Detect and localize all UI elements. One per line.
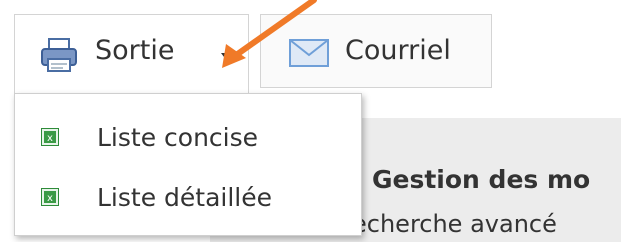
svg-text:x: x xyxy=(47,133,53,144)
excel-icon: x xyxy=(41,128,59,146)
svg-text:x: x xyxy=(47,193,53,204)
chevron-down-icon xyxy=(221,53,233,61)
printer-icon xyxy=(41,38,77,72)
output-menu-button[interactable]: Sortie xyxy=(14,14,249,94)
email-button[interactable]: Courriel xyxy=(260,14,492,88)
mail-icon xyxy=(289,39,329,67)
menu-item-concise-list[interactable]: x Liste concise xyxy=(15,109,361,165)
excel-icon: x xyxy=(41,188,59,206)
menu-item-label: Liste détaillée xyxy=(97,182,272,212)
page-subtitle: echerche avancé xyxy=(352,210,557,238)
email-button-label: Courriel xyxy=(345,35,451,66)
menu-item-detailed-list[interactable]: x Liste détaillée xyxy=(15,169,361,225)
output-button-label: Sortie xyxy=(95,35,175,66)
output-dropdown-menu: x Liste concise x Liste détaillée xyxy=(14,93,362,236)
menu-item-label: Liste concise xyxy=(97,122,259,152)
page-title: Gestion des mo xyxy=(372,165,591,194)
